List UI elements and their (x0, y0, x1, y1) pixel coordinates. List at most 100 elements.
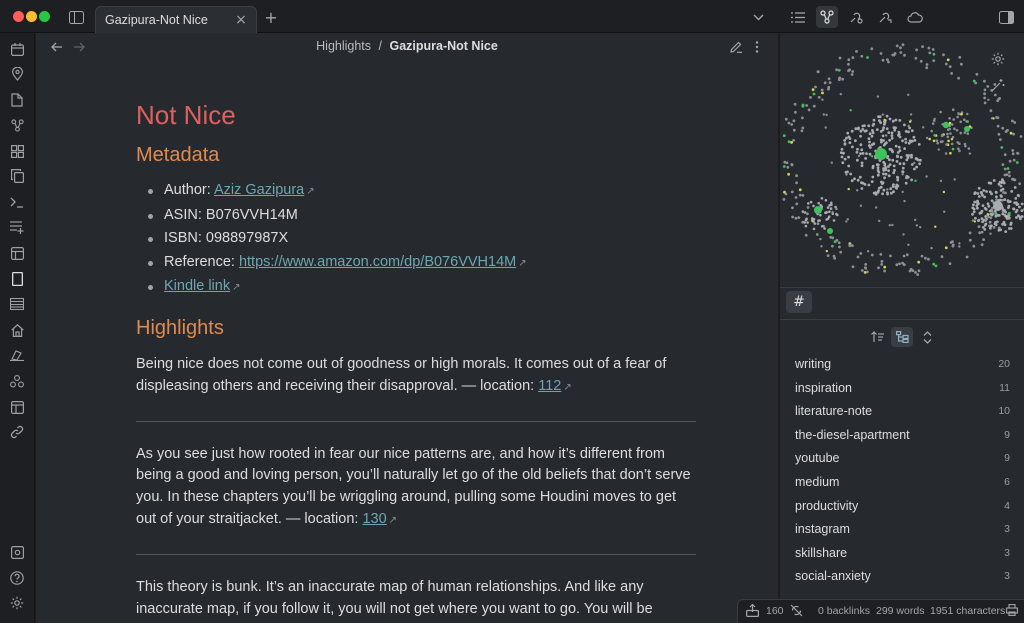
vault-icon[interactable] (7, 542, 27, 562)
graph-node[interactable] (884, 172, 888, 176)
graph-node[interactable] (990, 192, 993, 196)
graph-node[interactable] (974, 216, 977, 220)
graph-node[interactable] (889, 254, 892, 258)
graph-node[interactable] (930, 129, 933, 133)
more-options-icon[interactable] (748, 38, 766, 56)
graph-node[interactable] (816, 222, 820, 226)
graph-node[interactable] (794, 216, 798, 220)
graph-node[interactable] (856, 158, 859, 162)
graph-node[interactable] (826, 206, 830, 209)
graph-node[interactable] (878, 219, 881, 223)
graph-node[interactable] (860, 164, 864, 168)
graph-node[interactable] (910, 129, 914, 133)
graph-node[interactable] (993, 201, 1003, 211)
graph-node[interactable] (827, 77, 831, 81)
graph-node[interactable] (817, 95, 821, 99)
graph-node[interactable] (858, 175, 862, 179)
graph-node[interactable] (944, 62, 948, 66)
graph-node[interactable] (968, 231, 972, 235)
graph-node[interactable] (912, 135, 916, 139)
outline-icon[interactable] (787, 6, 809, 28)
graph-node[interactable] (828, 210, 831, 213)
graph-node[interactable] (798, 188, 802, 192)
edit-pencil-icon[interactable] (727, 38, 745, 56)
graph-node[interactable] (907, 93, 910, 96)
graph-node[interactable] (913, 167, 916, 171)
graph-node[interactable] (901, 139, 904, 143)
graph-node[interactable] (944, 152, 948, 155)
graph-node[interactable] (847, 62, 850, 66)
graph-node[interactable] (990, 199, 994, 203)
graph-node[interactable] (820, 245, 823, 248)
graph-node[interactable] (883, 265, 887, 269)
graph-node[interactable] (973, 200, 977, 204)
graph-node[interactable] (966, 112, 969, 116)
graph-node[interactable] (903, 199, 906, 203)
graph-node[interactable] (999, 228, 1002, 232)
graph-node[interactable] (839, 92, 842, 96)
graph-node[interactable] (895, 263, 899, 267)
graph-node[interactable] (933, 117, 936, 121)
graph-node[interactable] (849, 172, 853, 176)
graph-node[interactable] (819, 237, 822, 241)
graph-node[interactable] (915, 165, 918, 169)
graph-node[interactable] (806, 212, 809, 216)
graph-node[interactable] (894, 144, 898, 148)
graph-node[interactable] (784, 192, 788, 196)
graph-node[interactable] (971, 206, 975, 210)
graph-node[interactable] (895, 160, 899, 163)
graph-node[interactable] (887, 174, 891, 178)
graph-node[interactable] (832, 219, 836, 222)
graph-node[interactable] (984, 215, 987, 218)
graph-node[interactable] (910, 139, 914, 143)
graph-node[interactable] (837, 68, 841, 72)
graph-node[interactable] (888, 138, 891, 142)
graph-node[interactable] (880, 180, 883, 184)
graph-node[interactable] (904, 137, 907, 141)
graph-node[interactable] (980, 209, 984, 213)
tag-row[interactable]: productivity 4 (780, 495, 1024, 519)
tab-list-chevron-icon[interactable] (747, 6, 769, 28)
graph-node[interactable] (919, 59, 923, 63)
graph-node[interactable] (893, 128, 897, 132)
graph-node[interactable] (891, 158, 895, 162)
graph-node[interactable] (948, 121, 952, 125)
graph-node[interactable] (859, 134, 862, 138)
graph-node[interactable] (980, 217, 984, 221)
graph-node[interactable] (922, 126, 925, 129)
graph-node[interactable] (958, 55, 962, 59)
graph-node[interactable] (948, 65, 952, 68)
graph-node[interactable] (823, 227, 826, 230)
graph-node[interactable] (939, 110, 942, 114)
graph-node[interactable] (949, 132, 952, 135)
graph-node[interactable] (1006, 128, 1009, 132)
graph-node[interactable] (879, 52, 883, 55)
graph-node[interactable] (866, 56, 869, 59)
tab-active[interactable]: Gazipura-Not Nice × (95, 6, 257, 33)
printer-icon[interactable] (1006, 604, 1018, 619)
graph-node[interactable] (882, 188, 886, 192)
graph-node[interactable] (937, 148, 940, 151)
graph-node[interactable] (980, 230, 984, 234)
graph-node[interactable] (979, 191, 983, 194)
graph-node[interactable] (1007, 211, 1011, 215)
graph-node[interactable] (857, 127, 860, 131)
graph-node[interactable] (819, 213, 822, 217)
graph-node[interactable] (1020, 209, 1024, 213)
graph-node[interactable] (883, 142, 887, 146)
graph-node[interactable] (1007, 170, 1011, 174)
graph-node[interactable] (849, 109, 852, 112)
graph-node[interactable] (981, 204, 985, 208)
graph-node[interactable] (851, 145, 854, 149)
tag-row[interactable]: the-diesel-apartment 9 (780, 424, 1024, 448)
graph-node[interactable] (924, 256, 927, 260)
graph-node[interactable] (989, 226, 992, 230)
graph-node[interactable] (828, 81, 832, 84)
graph-node[interactable] (920, 254, 924, 258)
graph-node[interactable] (907, 130, 910, 134)
graph-node[interactable] (977, 186, 981, 190)
graph-node[interactable] (841, 161, 845, 165)
graph-node[interactable] (955, 129, 959, 132)
graph-node[interactable] (1001, 163, 1005, 167)
graph-node[interactable] (946, 135, 950, 139)
